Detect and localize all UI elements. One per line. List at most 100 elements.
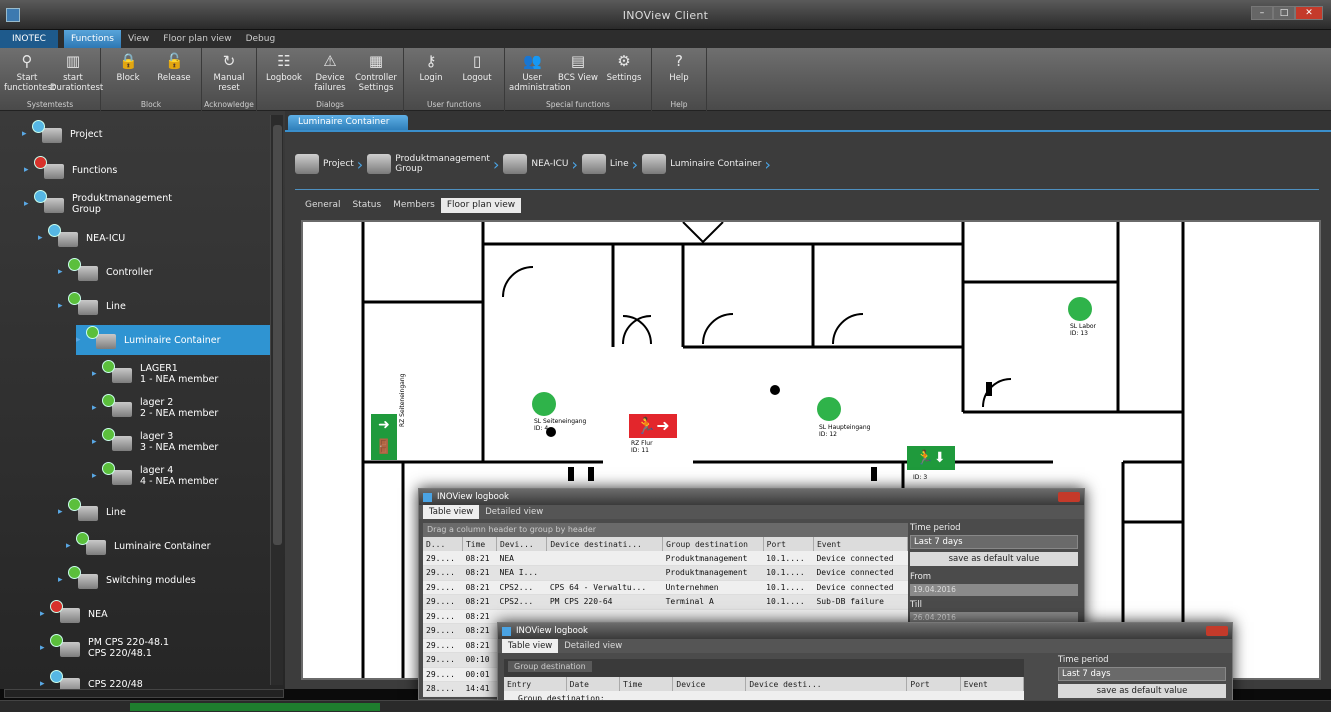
from-date-input[interactable]: 19.04.2016 <box>910 584 1078 596</box>
column-header[interactable]: Port <box>763 537 814 551</box>
column-header[interactable]: Event <box>813 537 909 551</box>
tree-node[interactable]: ▸ Line <box>58 291 126 321</box>
chevron-right-icon[interactable]: ▸ <box>22 129 32 139</box>
column-header[interactable]: D... <box>423 537 463 551</box>
column-header[interactable]: Device <box>672 677 747 691</box>
tree-node[interactable]: ▸ lager 2 2 - NEA member <box>92 393 218 423</box>
luminaire-sl-seiteneingang[interactable] <box>532 392 556 416</box>
logbook-title-bar[interactable]: INOView logbook <box>498 623 1232 639</box>
menu-tab-debug[interactable]: Debug <box>239 30 283 48</box>
luminaire-sl-labor[interactable] <box>1068 297 1092 321</box>
tree-node[interactable]: ▸ Luminaire Container <box>76 325 270 355</box>
close-icon[interactable]: ✕ <box>1295 6 1323 20</box>
chevron-right-icon[interactable]: ▸ <box>58 267 68 277</box>
chevron-right-icon[interactable]: ▸ <box>38 233 48 243</box>
column-header[interactable]: Entry <box>504 677 567 691</box>
breadcrumb-item[interactable]: Line › <box>581 154 638 174</box>
column-header[interactable]: Date <box>566 677 621 691</box>
chevron-right-icon[interactable]: ▸ <box>92 403 102 413</box>
tree-node[interactable]: ▸ NEA-ICU <box>38 223 125 253</box>
menu-tab-floor-plan-view[interactable]: Floor plan view <box>156 30 238 48</box>
tree-node[interactable]: ▸ Controller <box>58 257 153 287</box>
tab-members[interactable]: Members <box>387 198 441 213</box>
document-tab[interactable]: Luminaire Container <box>288 115 408 130</box>
chevron-right-icon[interactable]: ▸ <box>92 437 102 447</box>
table-row[interactable]: 29.... 08:21 CPS2... PM CPS 220-64 Terminal … <box>423 594 908 610</box>
chevron-right-icon[interactable]: ▸ <box>24 165 34 175</box>
tab-status[interactable]: Status <box>346 198 387 213</box>
breadcrumb-item[interactable]: Produktmanagement Group › <box>367 154 499 174</box>
tree-node[interactable]: ▸ Project <box>22 119 103 149</box>
time-period-select[interactable]: Last 7 days <box>910 535 1078 549</box>
column-header[interactable]: Device desti... <box>745 677 908 691</box>
tree-node[interactable]: ▸ LAGER1 1 - NEA member <box>92 359 218 389</box>
tree-node[interactable]: ▸ NEA <box>40 599 108 629</box>
chevron-right-icon[interactable]: ▸ <box>76 335 86 345</box>
chevron-right-icon[interactable]: ▸ <box>92 369 102 379</box>
chevron-right-icon[interactable]: ▸ <box>40 643 50 653</box>
logbook-title-bar[interactable]: INOView logbook <box>419 489 1084 505</box>
tree-scrollbar[interactable] <box>270 115 283 685</box>
column-header[interactable]: Time <box>462 537 498 551</box>
luminaire-sl-haupteingang[interactable] <box>817 397 841 421</box>
column-header[interactable]: Time <box>619 677 674 691</box>
luminaire-label: RZ Flur <box>631 440 653 447</box>
chevron-right-icon[interactable]: ▸ <box>92 471 102 481</box>
save-default-button[interactable]: save as default value <box>1058 684 1226 698</box>
chevron-right-icon[interactable]: ▸ <box>24 199 34 209</box>
table-row[interactable]: 29.... 08:21 CPS2... CPS 64 - Verwaltu... Un… <box>423 580 908 595</box>
tree-node[interactable]: ▸ Line <box>58 497 126 527</box>
ribbon-button-label: Logbook <box>266 73 302 83</box>
breadcrumb-item[interactable]: Project › <box>295 154 363 174</box>
tree-scroll-thumb[interactable] <box>273 125 282 545</box>
ribbon-group-label: Dialogs <box>316 100 344 109</box>
breadcrumb-item[interactable]: NEA-ICU › <box>503 154 578 174</box>
chevron-right-icon[interactable]: ▸ <box>40 609 50 619</box>
tab-floor-plan-view[interactable]: Floor plan view <box>440 198 522 213</box>
tree-horizontal-scrollbar[interactable] <box>4 689 284 698</box>
tab-detailed-view[interactable]: Detailed view <box>479 505 549 519</box>
luminaire-id: ID: 13 <box>1070 330 1088 337</box>
tree-node[interactable]: ▸ lager 3 3 - NEA member <box>92 427 218 457</box>
table-row[interactable]: 29.... 08:21 NEA Produktmanagement 10.1.... D… <box>423 551 908 566</box>
breadcrumb-item[interactable]: Luminaire Container › <box>642 154 771 174</box>
column-header[interactable]: Group destination <box>662 537 764 551</box>
tree-node[interactable]: ▸ Functions <box>24 155 117 185</box>
tab-general[interactable]: General <box>299 198 346 213</box>
column-header[interactable]: Event <box>960 677 1025 691</box>
exit-sign-rz-flur[interactable]: 🏃➜ <box>629 414 677 438</box>
tab-detailed-view[interactable]: Detailed view <box>558 639 628 653</box>
chevron-right-icon[interactable]: ▸ <box>66 541 76 551</box>
tab-table-view[interactable]: Table view <box>502 639 559 653</box>
users-icon: 👥 <box>523 52 542 70</box>
tree-node[interactable]: ▸ Luminaire Container <box>66 531 211 561</box>
tree-node[interactable]: ▸ PM CPS 220-48.1 CPS 220/48.1 <box>40 633 169 663</box>
table-cell: 14:41 <box>462 681 497 697</box>
chevron-right-icon[interactable]: ▸ <box>40 679 50 689</box>
group-destination-chip[interactable]: Group destination <box>508 661 592 672</box>
close-icon[interactable] <box>1058 492 1080 502</box>
logbook-window-2[interactable]: INOView logbook Table view Detailed view… <box>497 622 1233 712</box>
column-header[interactable]: Device destinati... <box>546 537 664 551</box>
tree-node[interactable]: ▸ Produktmanagement Group <box>24 189 172 219</box>
exit-sign-rz-seiteneingang[interactable]: ➜🚪 <box>371 414 397 460</box>
save-default-button[interactable]: save as default value <box>910 552 1078 566</box>
menu-file[interactable]: INOTEC <box>0 30 58 48</box>
menu-tab-functions[interactable]: Functions <box>63 30 121 48</box>
tree-node[interactable]: ▸ lager 4 4 - NEA member <box>92 461 218 491</box>
close-icon[interactable] <box>1206 626 1228 636</box>
time-period-select[interactable]: Last 7 days <box>1058 667 1226 681</box>
menu-tab-view[interactable]: View <box>121 30 156 48</box>
chevron-right-icon[interactable]: ▸ <box>58 575 68 585</box>
chevron-right-icon[interactable]: ▸ <box>58 507 68 517</box>
column-header[interactable]: Devi... <box>496 537 548 551</box>
table-row[interactable]: 29.... 08:21 NEA I... Produktmanagement 10.1… <box>423 565 908 581</box>
logbook-title: INOView logbook <box>516 626 588 636</box>
exit-sign-green[interactable]: 🏃⬇ <box>907 446 955 470</box>
tab-table-view[interactable]: Table view <box>423 505 480 519</box>
column-header[interactable]: Port <box>906 677 961 691</box>
chevron-right-icon[interactable]: ▸ <box>58 301 68 311</box>
tree-node[interactable]: ▸ Switching modules <box>58 565 196 595</box>
minimize-icon[interactable]: – <box>1251 6 1273 20</box>
maximize-icon[interactable]: □ <box>1273 6 1295 20</box>
